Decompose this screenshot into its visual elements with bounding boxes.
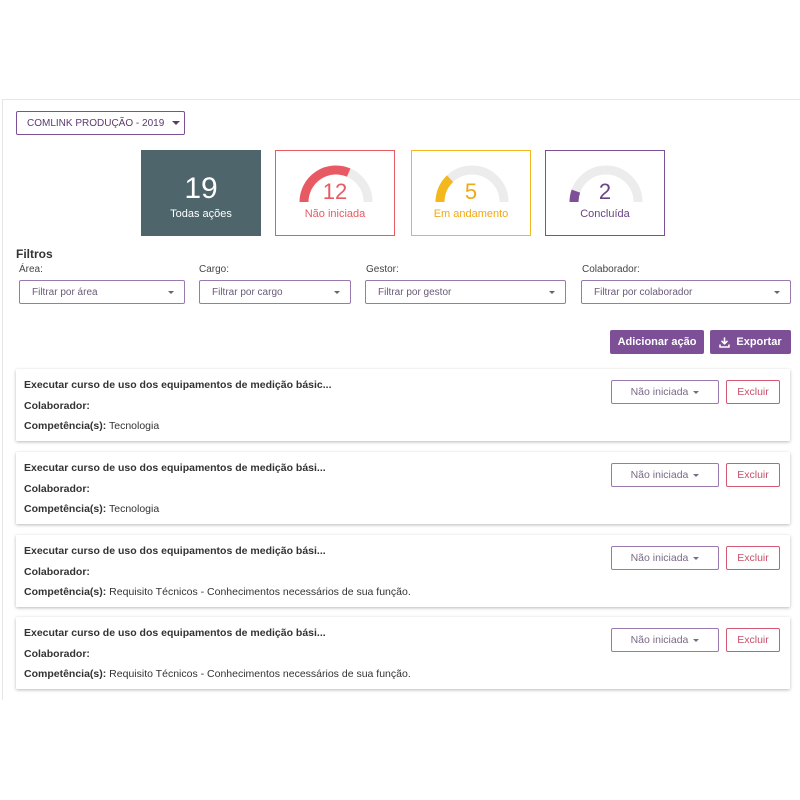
stat-card-not-started[interactable]: 12 Não iniciada (275, 150, 395, 236)
download-icon (719, 336, 731, 348)
action-title[interactable]: Executar curso de uso dos equipamentos d… (24, 627, 326, 639)
caret-down-icon (172, 121, 181, 125)
action-item: Executar curso de uso dos equipamentos d… (16, 452, 790, 524)
action-collaborator-label: Colaborador: (24, 566, 90, 578)
stat-in-progress-value: 5 (464, 179, 478, 204)
action-competence-label: Competência(s): (24, 668, 107, 680)
status-label: Não iniciada (630, 386, 689, 398)
stat-total-value: 19 (184, 172, 218, 205)
action-competence-label: Competência(s): (24, 420, 107, 432)
filter-colaborador-label: Colaborador: (582, 264, 640, 275)
action-competence: Competência(s): Tecnologia (24, 503, 159, 515)
action-title[interactable]: Executar curso de uso dos equipamentos d… (24, 545, 326, 557)
filter-area-placeholder: Filtrar por área (32, 286, 98, 298)
stat-in-progress-label: Em andamento (433, 208, 509, 220)
status-label: Não iniciada (630, 634, 689, 646)
filters-heading: Filtros (16, 247, 53, 261)
filter-area-select[interactable]: Filtrar por área (19, 280, 185, 304)
stat-card-in-progress[interactable]: 5 Em andamento (411, 150, 531, 236)
caret-down-icon (168, 290, 174, 294)
action-competence: Competência(s): Requisito Técnicos - Con… (24, 586, 411, 598)
action-competence-label: Competência(s): (24, 503, 107, 515)
status-dropdown[interactable]: Não iniciada (611, 546, 719, 570)
filter-cargo-select[interactable]: Filtrar por cargo (199, 280, 351, 304)
action-title[interactable]: Executar curso de uso dos equipamentos d… (24, 379, 332, 391)
action-competence-value: Requisito Técnicos - Conhecimentos neces… (106, 668, 411, 680)
action-item: Executar curso de uso dos equipamentos d… (16, 617, 790, 689)
action-competence: Competência(s): Requisito Técnicos - Con… (24, 668, 411, 680)
action-competence-value: Tecnologia (106, 503, 160, 515)
stat-card-done[interactable]: 2 Concluída (545, 150, 665, 236)
status-dropdown[interactable]: Não iniciada (611, 628, 719, 652)
delete-button[interactable]: Excluir (726, 463, 780, 487)
delete-button[interactable]: Excluir (726, 628, 780, 652)
add-action-label: Adicionar ação (617, 336, 697, 348)
status-dropdown[interactable]: Não iniciada (611, 380, 719, 404)
action-item: Executar curso de uso dos equipamentos d… (16, 535, 790, 607)
action-collaborator-label: Colaborador: (24, 400, 90, 412)
action-competence: Competência(s): Tecnologia (24, 420, 159, 432)
stat-not-started-label: Não iniciada (304, 208, 366, 220)
status-dropdown[interactable]: Não iniciada (611, 463, 719, 487)
caret-down-icon (693, 473, 700, 477)
action-item: Executar curso de uso dos equipamentos d… (16, 369, 790, 441)
filter-gestor-placeholder: Filtrar por gestor (378, 286, 452, 298)
caret-down-icon (693, 556, 700, 560)
filter-cargo-label: Cargo: (199, 264, 230, 275)
stat-total-label: Todas ações (170, 208, 232, 220)
caret-down-icon (334, 290, 340, 294)
stat-done-value: 2 (598, 179, 612, 204)
export-label: Exportar (736, 336, 782, 348)
caret-down-icon (693, 638, 700, 642)
action-title[interactable]: Executar curso de uso dos equipamentos d… (24, 462, 326, 474)
stat-card-total[interactable]: 19 Todas ações (141, 150, 261, 236)
add-action-button[interactable]: Adicionar ação (610, 330, 704, 354)
filter-colaborador-placeholder: Filtrar por colaborador (594, 286, 693, 298)
export-button[interactable]: Exportar (710, 330, 791, 354)
filter-colaborador-select[interactable]: Filtrar por colaborador (581, 280, 791, 304)
caret-down-icon (549, 290, 555, 294)
status-label: Não iniciada (630, 552, 689, 564)
filter-gestor-select[interactable]: Filtrar por gestor (365, 280, 566, 304)
status-label: Não iniciada (630, 469, 689, 481)
filter-cargo-placeholder: Filtrar por cargo (212, 286, 283, 298)
stat-done-label: Concluída (580, 208, 630, 220)
filter-gestor-label: Gestor: (366, 264, 399, 275)
action-collaborator-label: Colaborador: (24, 648, 90, 660)
caret-down-icon (774, 290, 780, 294)
stat-not-started-value: 12 (322, 179, 348, 204)
caret-down-icon (693, 390, 700, 394)
project-dropdown-label: COMLINK PRODUÇÃO - 2019 (27, 117, 165, 129)
action-collaborator-label: Colaborador: (24, 483, 90, 495)
action-competence-label: Competência(s): (24, 586, 107, 598)
delete-button[interactable]: Excluir (726, 380, 780, 404)
action-competence-value: Requisito Técnicos - Conhecimentos neces… (106, 586, 411, 598)
action-competence-value: Tecnologia (106, 420, 160, 432)
project-dropdown[interactable]: COMLINK PRODUÇÃO - 2019 (16, 111, 185, 135)
delete-button[interactable]: Excluir (726, 546, 780, 570)
filter-area-label: Área: (19, 264, 43, 275)
